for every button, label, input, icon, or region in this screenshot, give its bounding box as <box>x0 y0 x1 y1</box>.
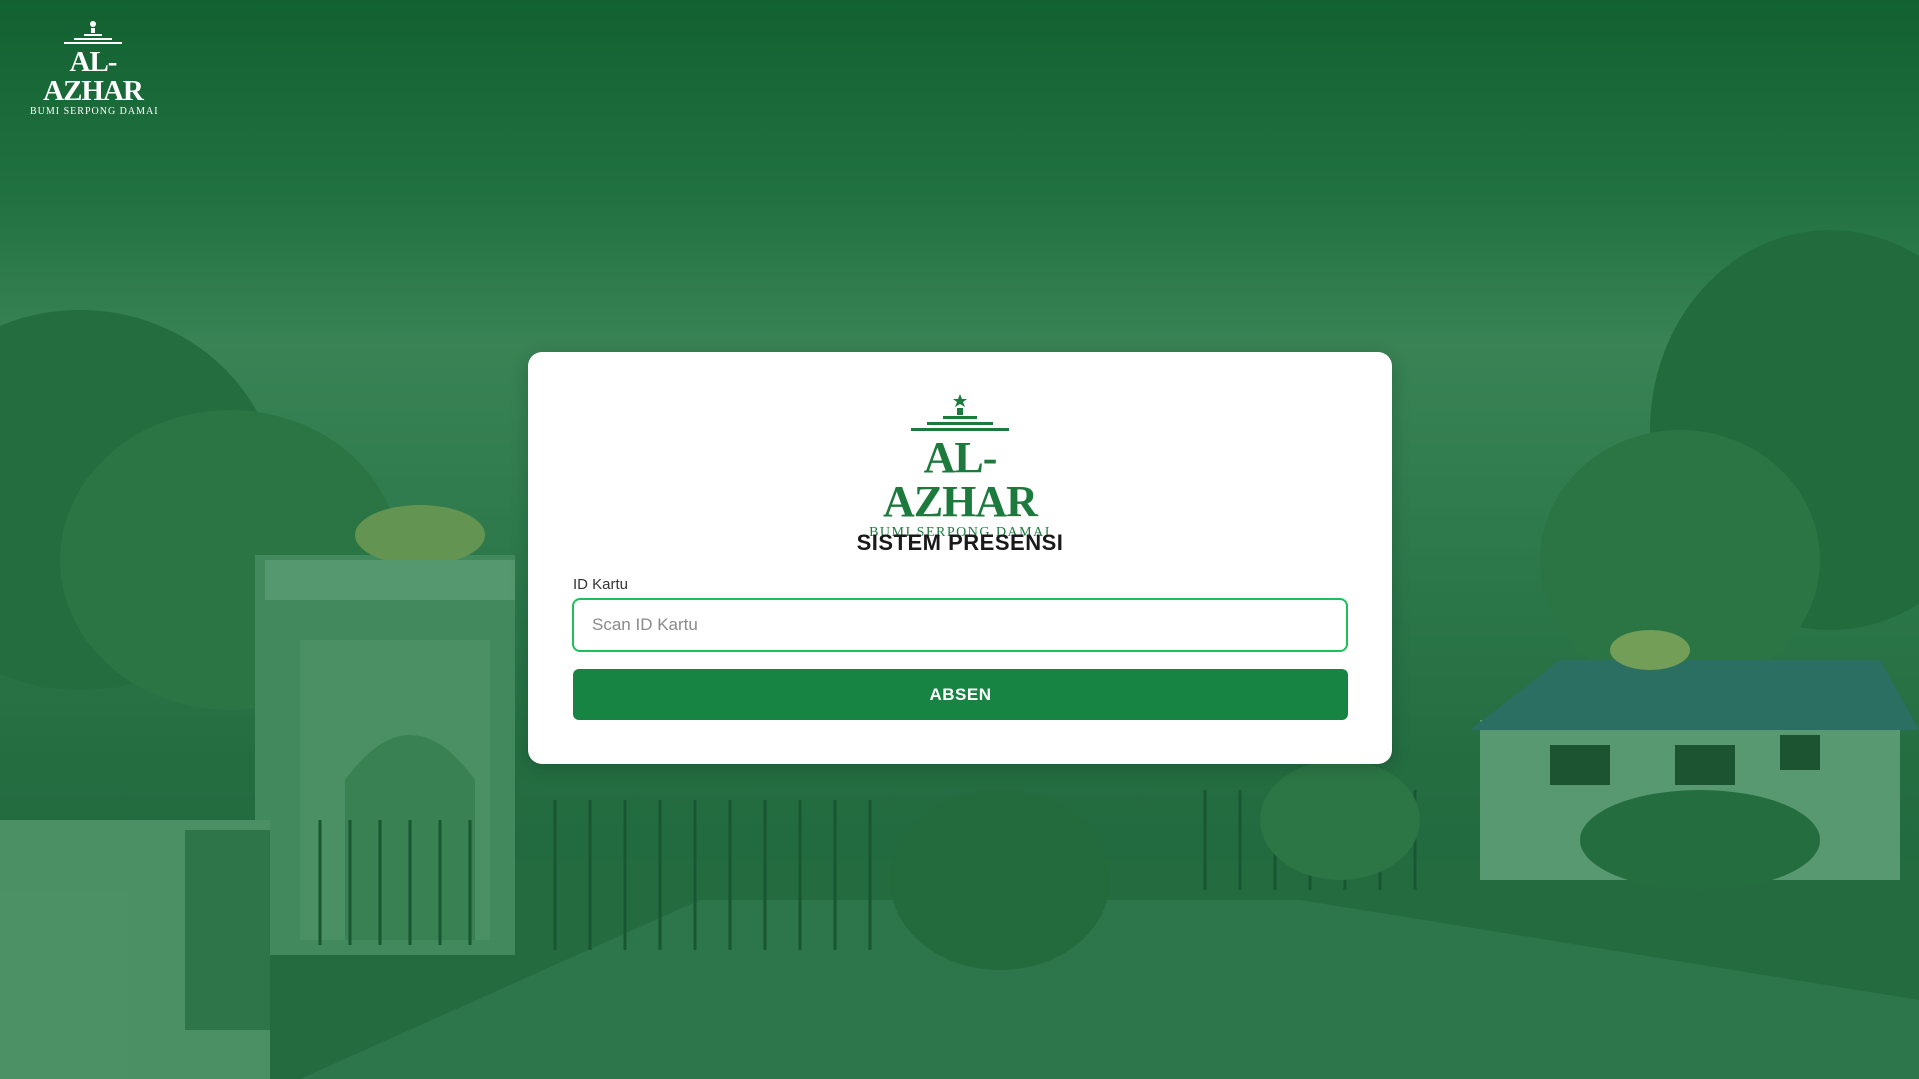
logo-subtitle: BUMI SERPONG DAMAI <box>30 106 159 117</box>
logo-title: AL-AZHAR <box>43 46 144 107</box>
logo-emblem-icon <box>64 21 122 44</box>
logo-emblem-icon <box>911 394 1009 431</box>
login-page: AL-AZHAR BUMI SERPONG DAMAI AL-AZHAR BUM… <box>0 0 1919 1079</box>
absen-button[interactable]: ABSEN <box>573 669 1348 720</box>
id-card-label: ID Kartu <box>573 576 629 593</box>
header-logo: AL-AZHAR BUMI SERPONG DAMAI <box>30 20 158 117</box>
id-card-input[interactable] <box>572 598 1348 652</box>
card-logo: AL-AZHAR BUMI SERPONG DAMAI <box>858 394 1062 540</box>
attendance-card: AL-AZHAR BUMI SERPONG DAMAI SISTEM PRESE… <box>528 352 1392 764</box>
logo-title: AL-AZHAR <box>883 433 1038 526</box>
page-title: SISTEM PRESENSI <box>856 530 1064 555</box>
